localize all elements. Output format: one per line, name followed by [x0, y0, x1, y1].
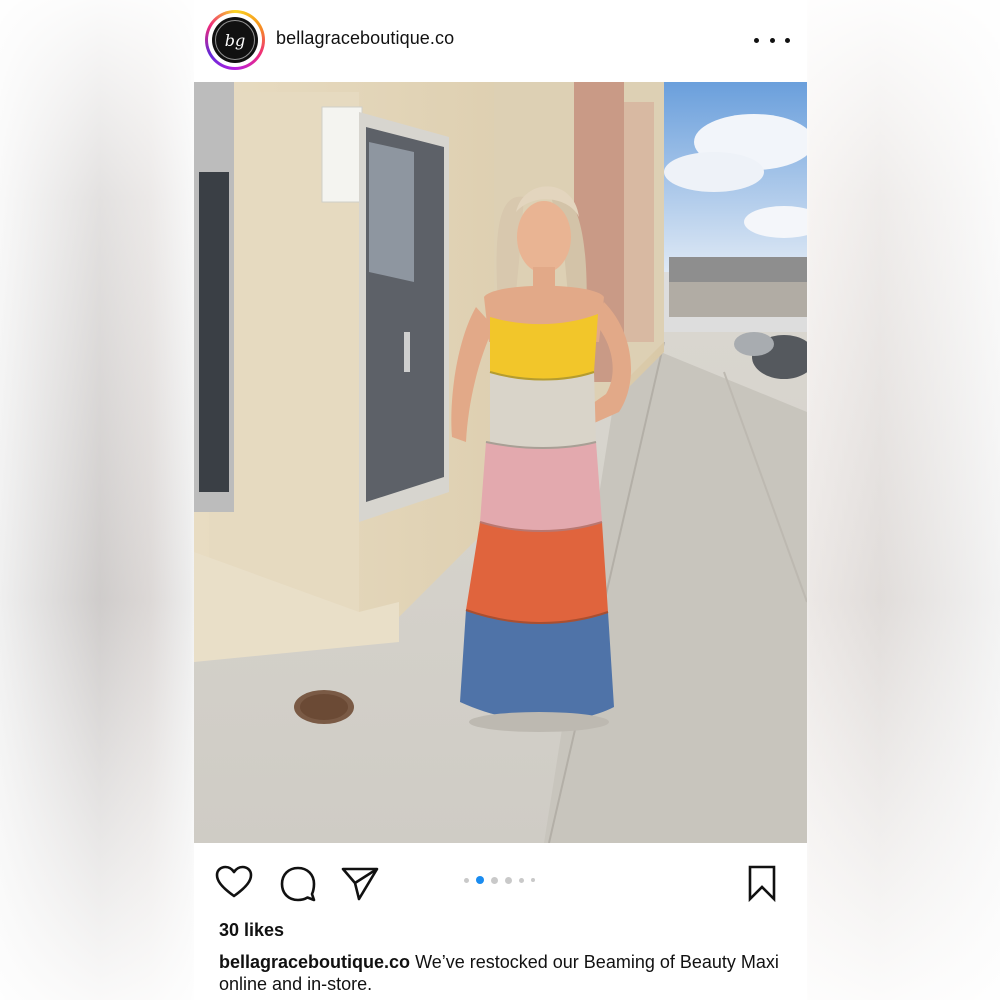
carousel-dot [491, 876, 498, 884]
comment-icon [280, 866, 316, 902]
carousel-dot [519, 877, 524, 883]
share-button[interactable] [340, 863, 380, 903]
post-photo[interactable] [194, 82, 807, 843]
likes-count[interactable]: 30 likes [219, 920, 284, 941]
photo-illustration [194, 82, 807, 843]
comment-button[interactable] [278, 863, 318, 903]
caption-username[interactable]: bellagraceboutique.co [219, 952, 410, 972]
send-icon [341, 867, 379, 901]
story-ring[interactable]: bg [205, 10, 265, 70]
carousel-dot [505, 876, 512, 884]
action-bar [194, 843, 807, 919]
heart-icon [215, 865, 253, 898]
instagram-post: bg bellagraceboutique.co 30 likes bellag… [194, 0, 807, 1000]
post-header: bg bellagraceboutique.co [194, 0, 807, 82]
bookmark-icon [748, 865, 776, 903]
like-button[interactable] [214, 863, 254, 903]
username[interactable]: bellagraceboutique.co [276, 28, 454, 49]
more-options-button[interactable] [754, 28, 790, 52]
more-horizontal-icon [754, 37, 759, 43]
caption: bellagraceboutique.co We’ve restocked ou… [219, 951, 779, 995]
carousel-dot [464, 877, 469, 883]
avatar[interactable]: bg [212, 17, 258, 63]
carousel-indicator [464, 874, 535, 886]
carousel-dot [531, 878, 535, 882]
carousel-dot-active [476, 876, 484, 884]
save-button[interactable] [742, 863, 782, 903]
